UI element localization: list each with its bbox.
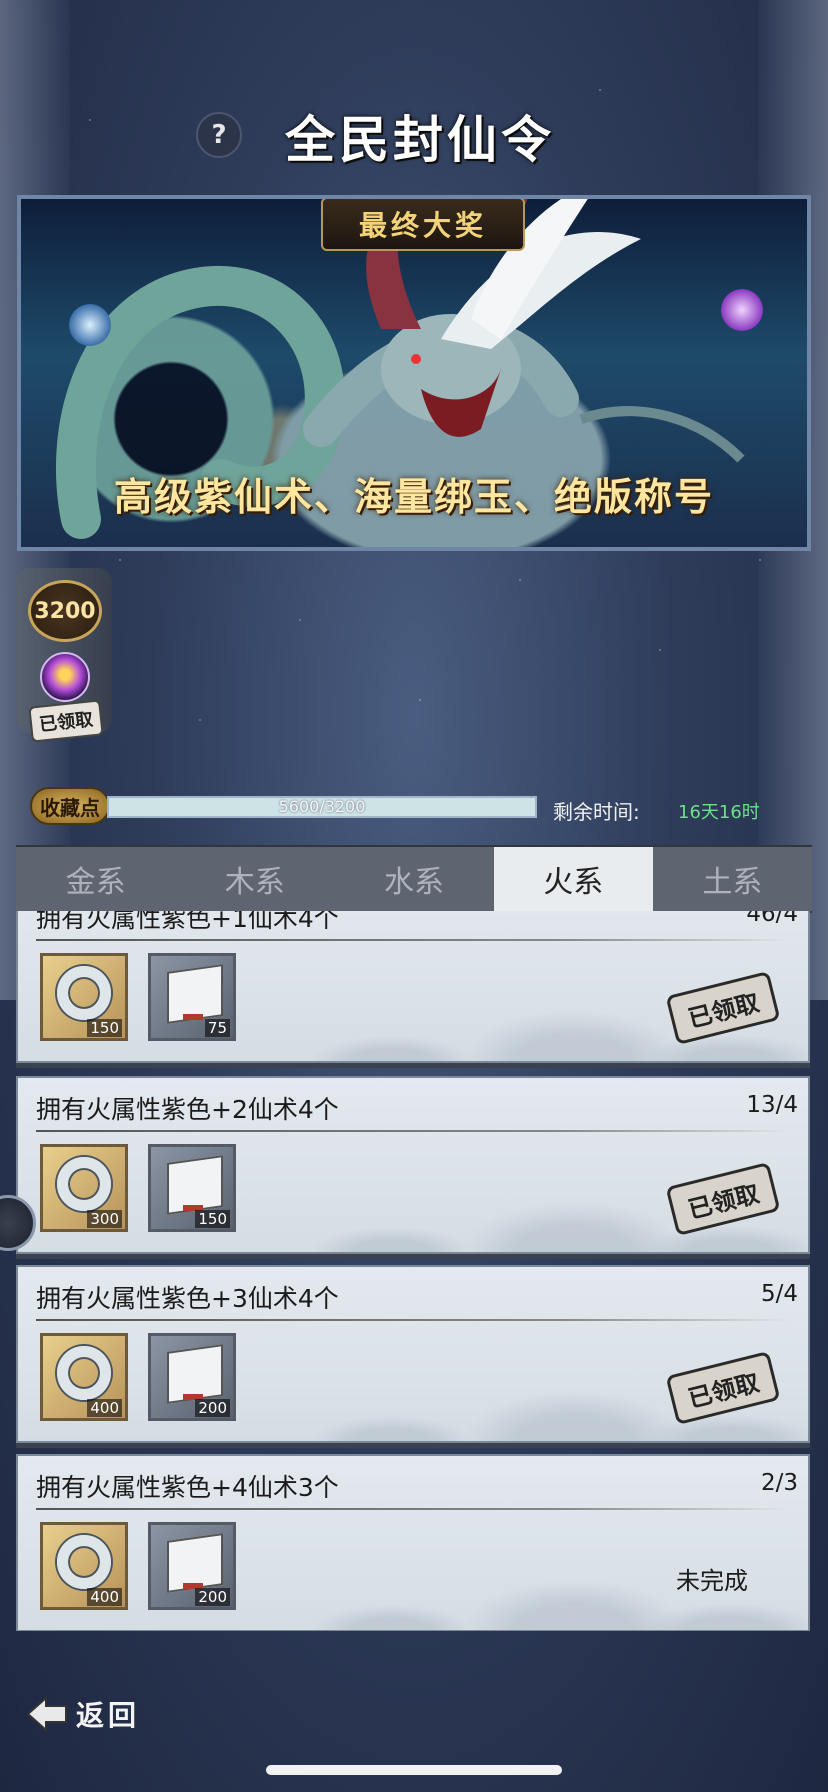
- task-title: 拥有火属性紫色+2仙术4个: [36, 1095, 339, 1124]
- task-count: 46/4: [746, 911, 798, 927]
- remaining-time-label: 剩余时间:: [553, 800, 640, 824]
- task-title: 拥有火属性紫色+3仙术4个: [36, 1284, 339, 1313]
- divider: [36, 1319, 790, 1321]
- grand-prize-banner: 最终大奖 高级紫仙术、海量绑玉、绝版称号: [17, 195, 811, 551]
- progress-text: 5600/3200: [278, 797, 366, 816]
- home-indicator: [266, 1765, 562, 1775]
- banner-caption: 高级紫仙术、海量绑玉、绝版称号: [113, 474, 714, 519]
- scroll-item[interactable]: 150: [148, 1144, 236, 1232]
- item-quantity: 200: [195, 1399, 230, 1417]
- item-quantity: 400: [87, 1588, 122, 1606]
- incomplete-status: 未完成: [676, 1567, 748, 1595]
- tab-earth[interactable]: 土系: [653, 847, 812, 911]
- tab-fire[interactable]: 火系: [493, 847, 653, 911]
- page-title: 全民封仙令: [285, 110, 555, 169]
- task-count: 5/4: [760, 1281, 798, 1307]
- divider: [36, 939, 790, 941]
- milestone-score-badge: 3200: [28, 580, 102, 642]
- task-title: 拥有火属性紫色+4仙术3个: [36, 1473, 339, 1502]
- jade-ring-icon: [57, 1157, 111, 1211]
- tab-metal[interactable]: 金系: [16, 847, 175, 911]
- jade-ring-item[interactable]: 300: [40, 1144, 128, 1232]
- help-button[interactable]: ?: [196, 112, 242, 158]
- task-count: 2/3: [760, 1470, 798, 1496]
- question-icon: ?: [211, 120, 227, 150]
- task-count: 13/4: [746, 1092, 798, 1118]
- divider: [36, 1508, 790, 1510]
- item-quantity: 200: [195, 1588, 230, 1606]
- back-label: 返回: [76, 1699, 141, 1732]
- task-card: 拥有火属性紫色+2仙术4个 13/4 300 150 已领取: [16, 1076, 810, 1254]
- claimed-stamp: 已领取: [665, 1350, 781, 1426]
- task-title: 拥有火属性紫色+1仙术4个: [36, 911, 339, 933]
- claimed-stamp: 已领取: [665, 1161, 781, 1237]
- remaining-time-value: 16天16时: [678, 802, 760, 823]
- scroll-item[interactable]: 200: [148, 1333, 236, 1421]
- jade-ring-icon: [57, 1346, 111, 1400]
- item-quantity: 150: [195, 1210, 230, 1228]
- task-card: 拥有火属性紫色+4仙术3个 2/3 400 200 未完成: [16, 1454, 810, 1631]
- collection-progress-bar: 5600/3200: [107, 796, 537, 818]
- tab-wood[interactable]: 木系: [175, 847, 334, 911]
- yin-yang-orb-icon: [69, 304, 111, 346]
- tab-water[interactable]: 水系: [334, 847, 493, 911]
- jade-ring-item[interactable]: 150: [40, 953, 128, 1041]
- item-quantity: 400: [87, 1399, 122, 1417]
- task-card: 拥有火属性紫色+3仙术4个 5/4 400 200 已领取: [16, 1265, 810, 1443]
- task-list[interactable]: 拥有火属性紫色+1仙术4个 46/4 150 75 已领取 拥有火属性紫色+2仙…: [0, 911, 828, 1631]
- jade-ring-icon: [57, 966, 111, 1020]
- item-quantity: 300: [87, 1210, 122, 1228]
- grand-prize-ribbon: 最终大奖: [321, 199, 525, 251]
- element-tabs: 金系 木系 水系 火系 土系: [16, 845, 812, 913]
- item-quantity: 75: [204, 1019, 230, 1037]
- collection-points-label: 收藏点: [30, 787, 110, 825]
- item-quantity: 150: [87, 1019, 122, 1037]
- scroll-ribbon: [183, 1014, 203, 1020]
- back-button[interactable]: 返回: [24, 1694, 140, 1734]
- divider: [36, 1130, 790, 1132]
- jade-ring-item[interactable]: 400: [40, 1522, 128, 1610]
- scroll-item[interactable]: 200: [148, 1522, 236, 1610]
- jade-ring-icon: [57, 1535, 111, 1589]
- claimed-stamp: 已领取: [665, 970, 781, 1046]
- back-arrow-icon: [26, 1695, 67, 1733]
- scroll-item[interactable]: 75: [148, 953, 236, 1041]
- task-card: 拥有火属性紫色+1仙术4个 46/4 150 75 已领取: [16, 911, 810, 1063]
- jade-ring-item[interactable]: 400: [40, 1333, 128, 1421]
- purple-gem-icon[interactable]: [40, 652, 90, 702]
- yin-yang-orb-icon: [721, 289, 763, 331]
- milestone-claimed-stamp: 已领取: [28, 699, 104, 743]
